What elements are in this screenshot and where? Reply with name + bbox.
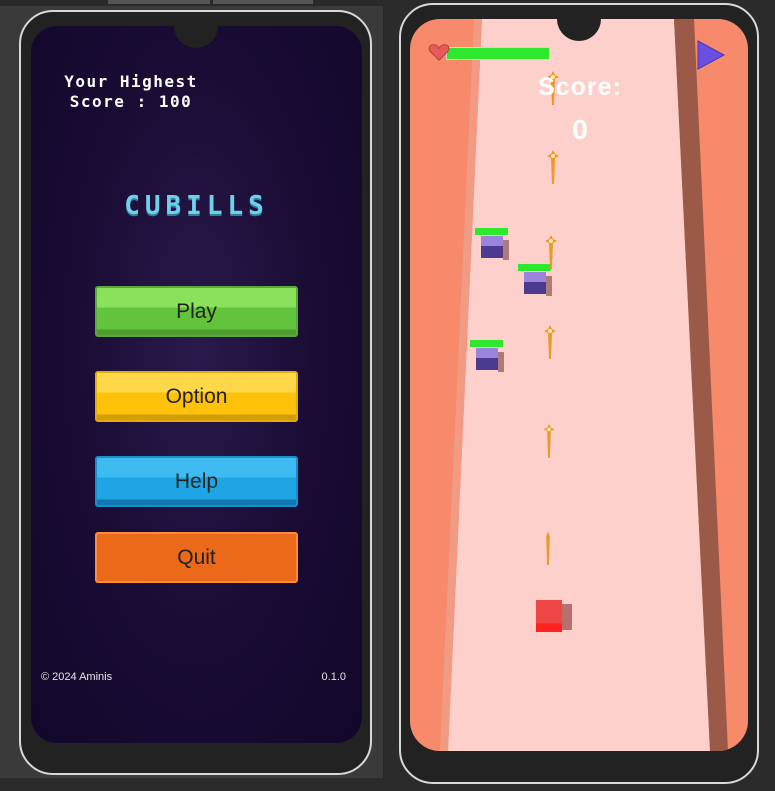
heart-icon — [428, 44, 450, 61]
play-button-label: Play — [176, 299, 217, 323]
copyright-text: © 2024 Aminis — [41, 671, 113, 683]
enemy-cube-shadow — [546, 276, 552, 296]
score-value: 0 — [572, 114, 588, 145]
player-cube — [536, 600, 574, 632]
enemy-health-bar — [475, 228, 508, 235]
game-title: CUBILLS — [124, 191, 269, 221]
player-cube-shadow — [562, 604, 572, 630]
phone-frame-menu: Your Highest Score : 100 CUBILLS Play Op… — [19, 10, 372, 775]
enemy-cube-shadow — [498, 352, 504, 372]
highest-score-display: Your Highest Score : 100 — [51, 72, 211, 112]
quit-button-label: Quit — [177, 545, 216, 569]
quit-button[interactable]: Quit — [95, 532, 298, 583]
player-cube-body — [536, 600, 562, 632]
highscore-label: Your Highest — [64, 72, 198, 91]
enemy-cube — [475, 228, 515, 262]
editor-tab[interactable] — [108, 0, 210, 4]
player-health-bar — [446, 47, 550, 60]
help-button-label: Help — [174, 469, 219, 493]
gameplay-screen: Score: 0 — [410, 19, 748, 751]
bullet-projectile — [545, 235, 557, 269]
play-icon[interactable] — [694, 39, 726, 71]
play-button[interactable]: Play — [95, 286, 298, 337]
main-menu-screen: Your Highest Score : 100 CUBILLS Play Op… — [31, 26, 362, 743]
score-label: Score: — [538, 73, 622, 101]
phone-notch — [174, 26, 218, 48]
highscore-value: Score : 100 — [69, 92, 193, 111]
enemy-cube-shadow — [503, 240, 509, 260]
enemy-cube-body — [524, 272, 546, 294]
editor-tab[interactable] — [213, 0, 313, 4]
option-button-label: Option — [165, 384, 228, 408]
editor-bottom-bar — [0, 778, 383, 791]
bullet-projectile — [547, 150, 559, 184]
panel-divider — [383, 0, 392, 791]
enemy-cube — [518, 264, 558, 298]
enemy-cube-body — [481, 236, 503, 258]
health-bar-fill — [447, 48, 549, 59]
editor-toolbar-strip — [0, 0, 383, 6]
bullet-projectile — [543, 424, 555, 458]
option-button[interactable]: Option — [95, 371, 298, 422]
bullet-projectile — [544, 325, 556, 359]
enemy-health-bar — [470, 340, 503, 347]
enemy-cube — [470, 340, 510, 374]
bullet-projectile — [546, 531, 550, 565]
enemy-cube-body — [476, 348, 498, 370]
version-text: 0.1.0 — [321, 671, 346, 683]
phone-frame-game: Score: 0 — [399, 3, 759, 784]
help-button[interactable]: Help — [95, 456, 298, 507]
